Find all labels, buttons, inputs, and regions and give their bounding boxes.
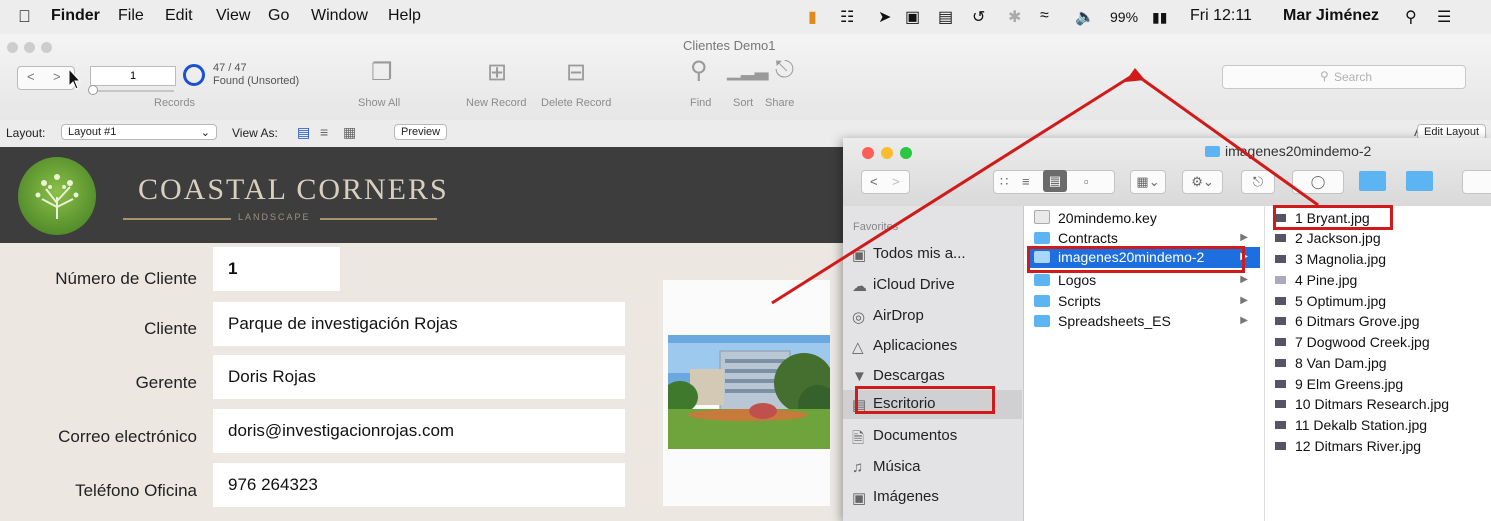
annotation-arrow-head: [1125, 68, 1145, 82]
annotation-arrow-line: [771, 72, 1319, 305]
mouse-cursor-icon: [68, 68, 82, 90]
annotation-arrows: [771, 68, 1319, 305]
